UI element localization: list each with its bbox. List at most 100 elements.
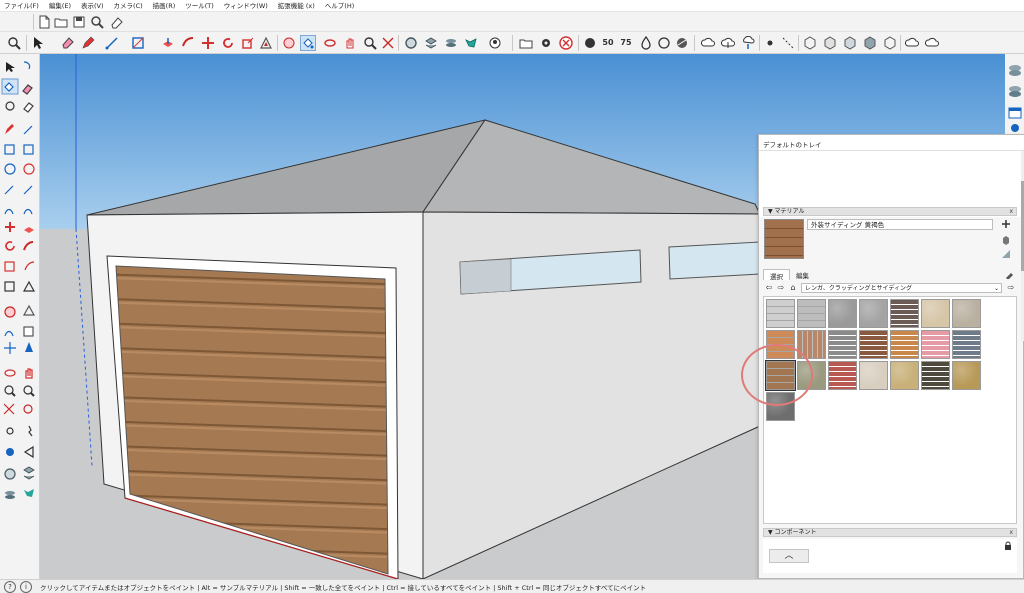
eyedropper-icon[interactable] bbox=[1005, 269, 1015, 280]
material-name-field[interactable]: 外装サイディング 黄褐色 bbox=[807, 219, 993, 230]
cube-icon[interactable] bbox=[802, 35, 818, 51]
swatch-stone-gray[interactable] bbox=[828, 299, 857, 328]
upload-icon[interactable] bbox=[720, 35, 736, 51]
tray-title[interactable]: デフォルトのトレイ bbox=[759, 135, 1024, 151]
left-tool-icons[interactable] bbox=[0, 54, 40, 579]
swatch-stone-tiles[interactable] bbox=[828, 330, 857, 359]
tape-icon[interactable] bbox=[281, 35, 297, 51]
components-expand-button[interactable]: ︿ bbox=[769, 549, 809, 563]
tab-select[interactable]: 選択 bbox=[763, 269, 790, 281]
zoom-window-icon[interactable] bbox=[362, 35, 378, 51]
settings-icon[interactable] bbox=[538, 35, 554, 51]
fog-icon[interactable] bbox=[842, 35, 858, 51]
orbit-icon[interactable] bbox=[322, 35, 338, 51]
rotate-icon[interactable] bbox=[220, 35, 236, 51]
cloud-icon[interactable] bbox=[700, 35, 716, 51]
eraser-icon[interactable] bbox=[109, 14, 125, 30]
offset-icon[interactable] bbox=[258, 35, 274, 51]
sample-paint-icon[interactable] bbox=[1001, 249, 1011, 259]
swatch-brick-pink[interactable] bbox=[921, 330, 950, 359]
line-icon[interactable] bbox=[104, 35, 120, 51]
75-icon[interactable]: 75 bbox=[618, 35, 634, 51]
help-icon[interactable]: ? bbox=[4, 580, 16, 593]
materials-section-label: マテリアル bbox=[774, 208, 805, 215]
section-icon[interactable] bbox=[882, 35, 898, 51]
menu-tools[interactable]: ツール(T) bbox=[185, 0, 214, 12]
position-icon[interactable] bbox=[487, 35, 503, 51]
new-material-icon[interactable] bbox=[1001, 219, 1011, 229]
close-icon[interactable]: x bbox=[1009, 529, 1013, 537]
zoom-extents-icon[interactable] bbox=[380, 35, 396, 51]
paint-bucket-icon[interactable] bbox=[300, 35, 316, 51]
layers-icon[interactable] bbox=[423, 35, 439, 51]
dashed-icon[interactable] bbox=[780, 35, 796, 51]
eraser-icon[interactable] bbox=[60, 35, 76, 51]
menu-extensions[interactable]: 拡張機能 (x) bbox=[278, 0, 315, 12]
home-icon[interactable]: ⌂ bbox=[787, 283, 799, 292]
create-material-icon[interactable] bbox=[1001, 235, 1011, 245]
swatch-stone-beige[interactable] bbox=[952, 299, 981, 328]
materials-section-header[interactable]: ▼ マテリアル x bbox=[763, 207, 1017, 216]
menu-camera[interactable]: カメラ(C) bbox=[114, 0, 143, 12]
swatch-brick-red-brown[interactable] bbox=[859, 330, 888, 359]
swatch-stone-yellow[interactable] bbox=[890, 361, 919, 390]
shadow-icon[interactable] bbox=[822, 35, 838, 51]
shadow-toggle-icon[interactable] bbox=[582, 35, 598, 51]
pencil-icon[interactable] bbox=[80, 35, 96, 51]
close-circle-icon[interactable] bbox=[558, 35, 574, 51]
swatch-concrete-gray[interactable] bbox=[859, 299, 888, 328]
cloud2-icon[interactable] bbox=[904, 35, 920, 51]
swatch-siding-gray[interactable] bbox=[797, 299, 826, 328]
rectangle-icon[interactable] bbox=[130, 35, 146, 51]
search-icon[interactable] bbox=[89, 14, 105, 30]
menu-file[interactable]: ファイル(F) bbox=[4, 0, 39, 12]
swatch-stone-ochre[interactable] bbox=[952, 361, 981, 390]
camera-icon[interactable] bbox=[463, 35, 479, 51]
save-icon[interactable] bbox=[71, 14, 87, 30]
menu-help[interactable]: ヘルプ(H) bbox=[325, 0, 354, 12]
details-arrow-icon[interactable]: ⇨ bbox=[1005, 283, 1017, 292]
solid-icon[interactable] bbox=[638, 35, 654, 51]
swatch-tile-cream[interactable] bbox=[859, 361, 888, 390]
lock-icon[interactable] bbox=[1003, 541, 1013, 551]
menu-edit[interactable]: 編集(E) bbox=[49, 0, 71, 12]
styles-icon[interactable] bbox=[443, 35, 459, 51]
50-icon[interactable]: 50 bbox=[600, 35, 616, 51]
close-icon[interactable]: x bbox=[1009, 208, 1013, 216]
sandbox-icon[interactable] bbox=[862, 35, 878, 51]
folder-icon[interactable] bbox=[518, 35, 534, 51]
tab-edit[interactable]: 編集 bbox=[790, 269, 815, 280]
swatch-brick-dark[interactable] bbox=[890, 299, 919, 328]
push-pull-icon[interactable] bbox=[160, 35, 176, 51]
cloud3-icon[interactable] bbox=[924, 35, 940, 51]
pan-icon[interactable] bbox=[342, 35, 358, 51]
open-folder-icon[interactable] bbox=[53, 14, 69, 30]
xray-icon[interactable] bbox=[674, 35, 690, 51]
scale-icon[interactable] bbox=[240, 35, 256, 51]
info-icon[interactable]: i bbox=[20, 580, 32, 593]
collection-dropdown[interactable]: レンガ、クラッディングとサイディング ⌄ bbox=[801, 282, 1002, 293]
select-icon[interactable] bbox=[30, 35, 46, 51]
menu-draw[interactable]: 描画(R) bbox=[153, 0, 176, 12]
menu-window[interactable]: ウィンドウ(W) bbox=[224, 0, 268, 12]
hidden-icon[interactable] bbox=[656, 35, 672, 51]
component-icon[interactable] bbox=[403, 35, 419, 51]
swatch-brick-black[interactable] bbox=[921, 361, 950, 390]
forward-arrow-icon[interactable]: ⇨ bbox=[775, 283, 787, 292]
toolbar-separator bbox=[694, 35, 695, 51]
right-toolbar-icons[interactable] bbox=[1005, 54, 1024, 134]
zoom-icon[interactable] bbox=[6, 35, 22, 51]
download-icon[interactable] bbox=[740, 35, 756, 51]
components-section-header[interactable]: ▼ コンポーネント x bbox=[763, 528, 1017, 537]
back-arrow-icon[interactable]: ⇦ bbox=[763, 283, 775, 292]
follow-me-icon[interactable] bbox=[180, 35, 196, 51]
new-file-icon[interactable] bbox=[36, 14, 52, 30]
swatch-siding-light-gray[interactable] bbox=[766, 299, 795, 328]
swatch-brick-red[interactable] bbox=[828, 361, 857, 390]
swatch-brick-orange[interactable] bbox=[890, 330, 919, 359]
move-icon[interactable] bbox=[200, 35, 216, 51]
dot-icon[interactable] bbox=[762, 35, 778, 51]
swatch-brick-blue-gray[interactable] bbox=[952, 330, 981, 359]
menu-view[interactable]: 表示(V) bbox=[81, 0, 104, 12]
swatch-sandstone[interactable] bbox=[921, 299, 950, 328]
